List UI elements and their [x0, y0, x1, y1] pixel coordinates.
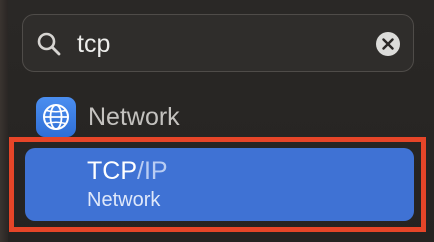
search-result-tcp-ip[interactable]: TCP/IP Network — [25, 148, 414, 221]
clear-search-button[interactable] — [376, 32, 400, 56]
category-header-network: Network — [36, 97, 406, 139]
search-icon — [36, 31, 62, 57]
result-title: TCP/IP — [87, 157, 168, 185]
result-subtitle: Network — [87, 189, 161, 211]
window-edge — [0, 0, 8, 242]
settings-search-panel: tcp Network TCP/IP Network — [0, 0, 434, 242]
globe-icon — [36, 97, 76, 137]
result-title-match: TCP — [87, 157, 137, 185]
result-title-rest: /IP — [137, 157, 168, 185]
search-input[interactable]: tcp — [77, 28, 110, 60]
close-icon — [382, 38, 394, 50]
category-label: Network — [88, 103, 180, 131]
search-field[interactable]: tcp — [22, 14, 414, 72]
